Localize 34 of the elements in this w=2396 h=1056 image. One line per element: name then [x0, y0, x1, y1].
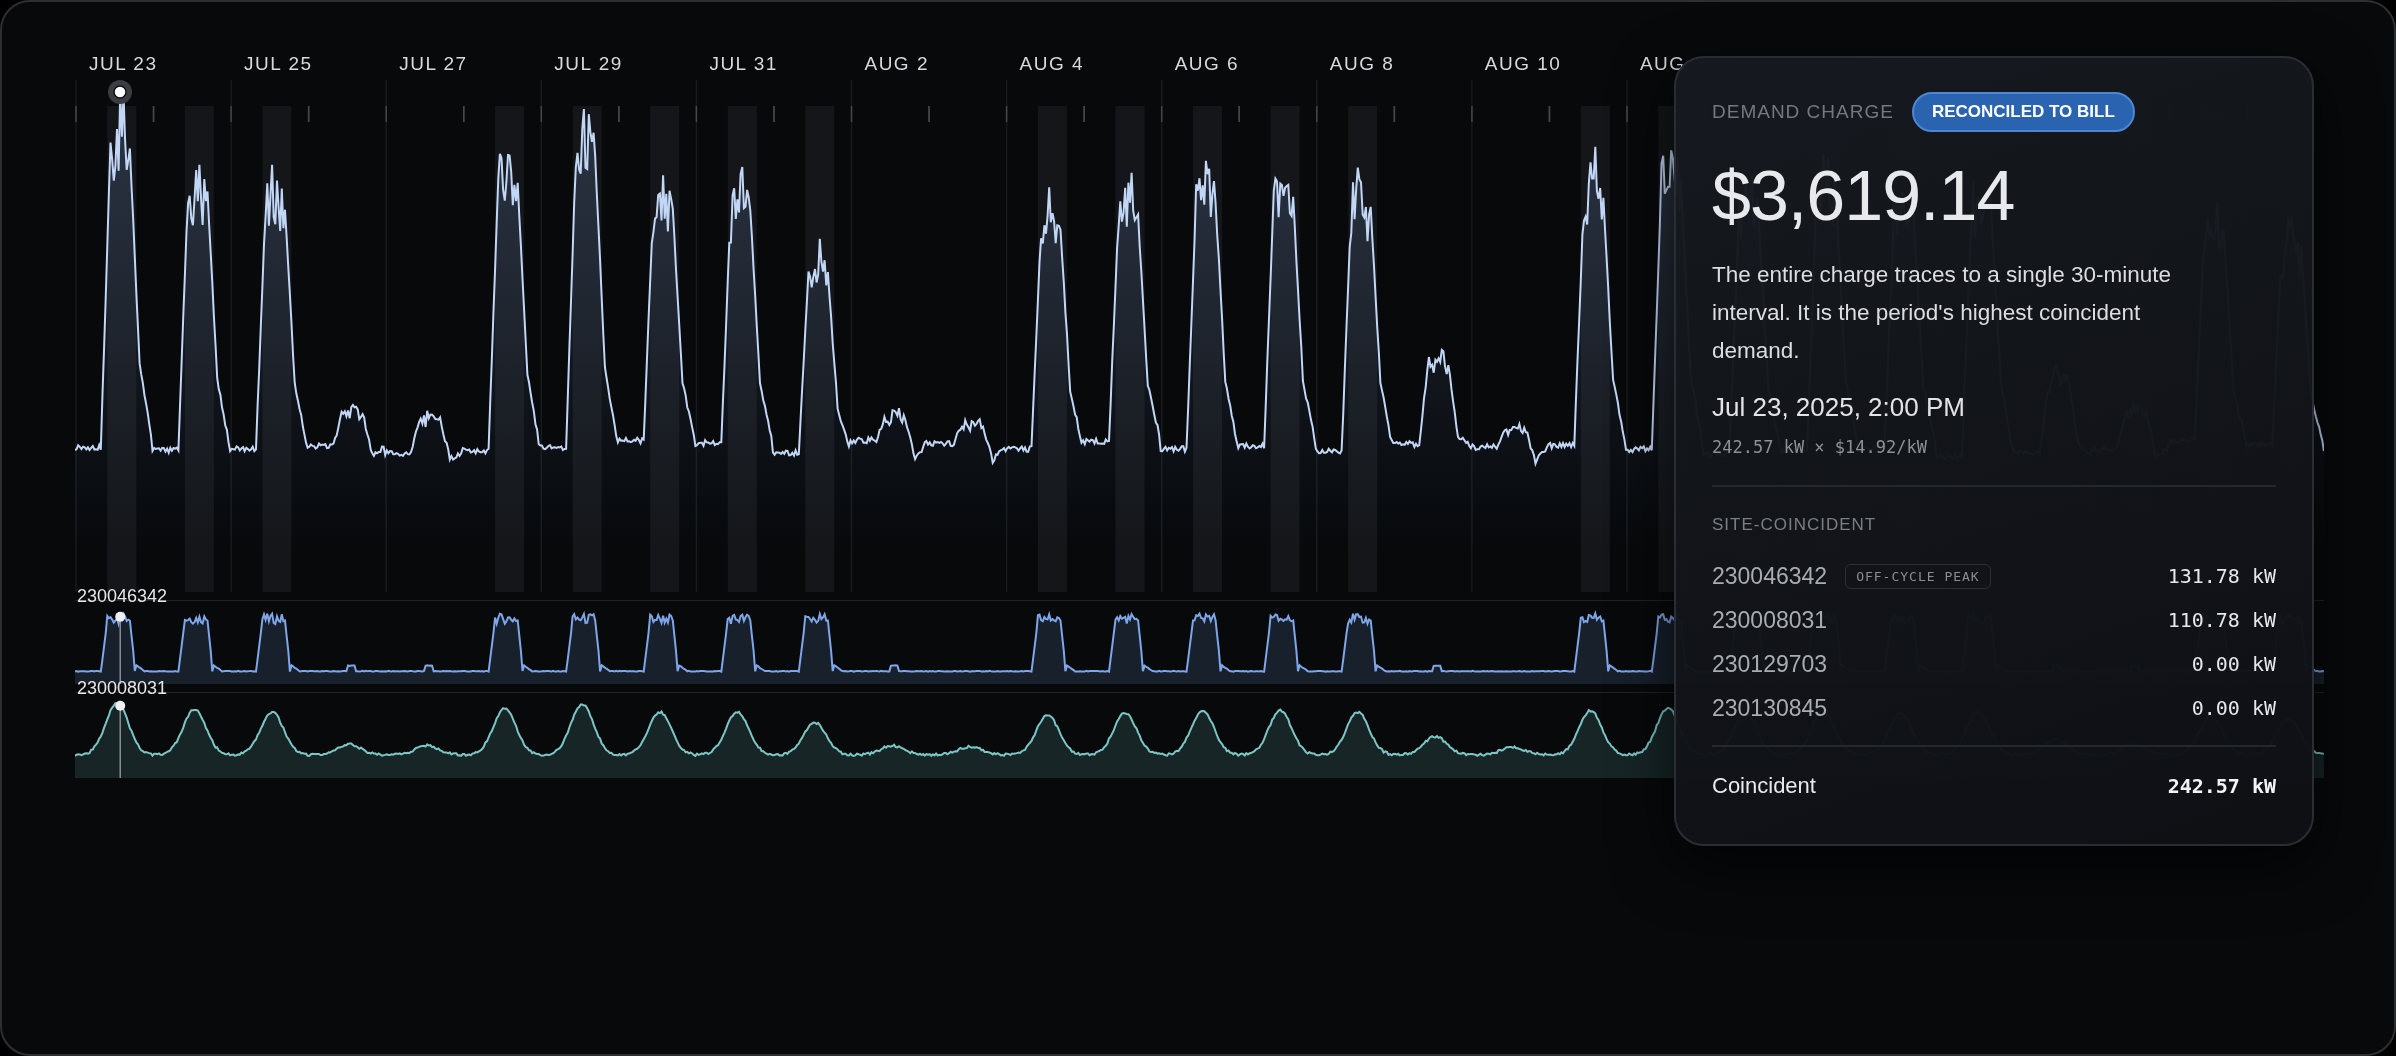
description: The entire charge traces to a single 30-minute interval. It is the period's highest coincident demand.: [1712, 261, 2172, 365]
formula: 242.57 kW × $14.92/kW: [1712, 437, 1928, 457]
meter-value: 0.00 kW: [2191, 696, 2276, 720]
date-label: JUL 29: [554, 53, 623, 74]
date-label: JUL 31: [709, 53, 778, 74]
date-label: AUG 4: [1019, 53, 1085, 74]
date-label: JUL 25: [244, 53, 313, 74]
meter-label: 230008031: [77, 678, 168, 699]
meter-label: 230046342: [77, 586, 168, 607]
meter-value: 110.78 kW: [2167, 608, 2276, 632]
timestamp: Jul 23, 2025, 2:00 PM: [1712, 392, 1966, 423]
date-label: AUG: [1639, 53, 1686, 74]
meter-value: 0.00 kW: [2191, 652, 2276, 676]
peak-dot: [115, 700, 126, 711]
total-label: Coincident: [1712, 773, 1816, 799]
date-label: AUG 10: [1484, 53, 1562, 74]
meter-id: 230129703: [1712, 650, 1828, 678]
date-label: AUG 6: [1174, 53, 1240, 74]
total-value: 242.57 kW: [2167, 774, 2276, 798]
date-label: JUL 23: [89, 53, 158, 74]
peak-marker: [107, 79, 134, 105]
status-badge: RECONCILED TO BILL: [1911, 92, 2135, 132]
meter-id: 230008031: [1712, 606, 1828, 634]
charge-amount: $3,619.14: [1712, 156, 2016, 236]
date-label: JUL 27: [399, 53, 468, 74]
meter-value: 131.78 kW: [2167, 564, 2276, 588]
meter-tag: OFF-CYCLE PEAK: [1845, 563, 1991, 589]
meter-id: 230130845: [1712, 694, 1828, 722]
tooltip-eyebrow: DEMAND CHARGE: [1712, 101, 1894, 123]
date-label: AUG 2: [864, 53, 929, 74]
date-label: AUG 8: [1329, 53, 1395, 74]
peak-dot: [115, 611, 126, 622]
section-heading: SITE-COINCIDENT: [1712, 515, 1878, 535]
meter-id: 230046342: [1712, 562, 1828, 590]
